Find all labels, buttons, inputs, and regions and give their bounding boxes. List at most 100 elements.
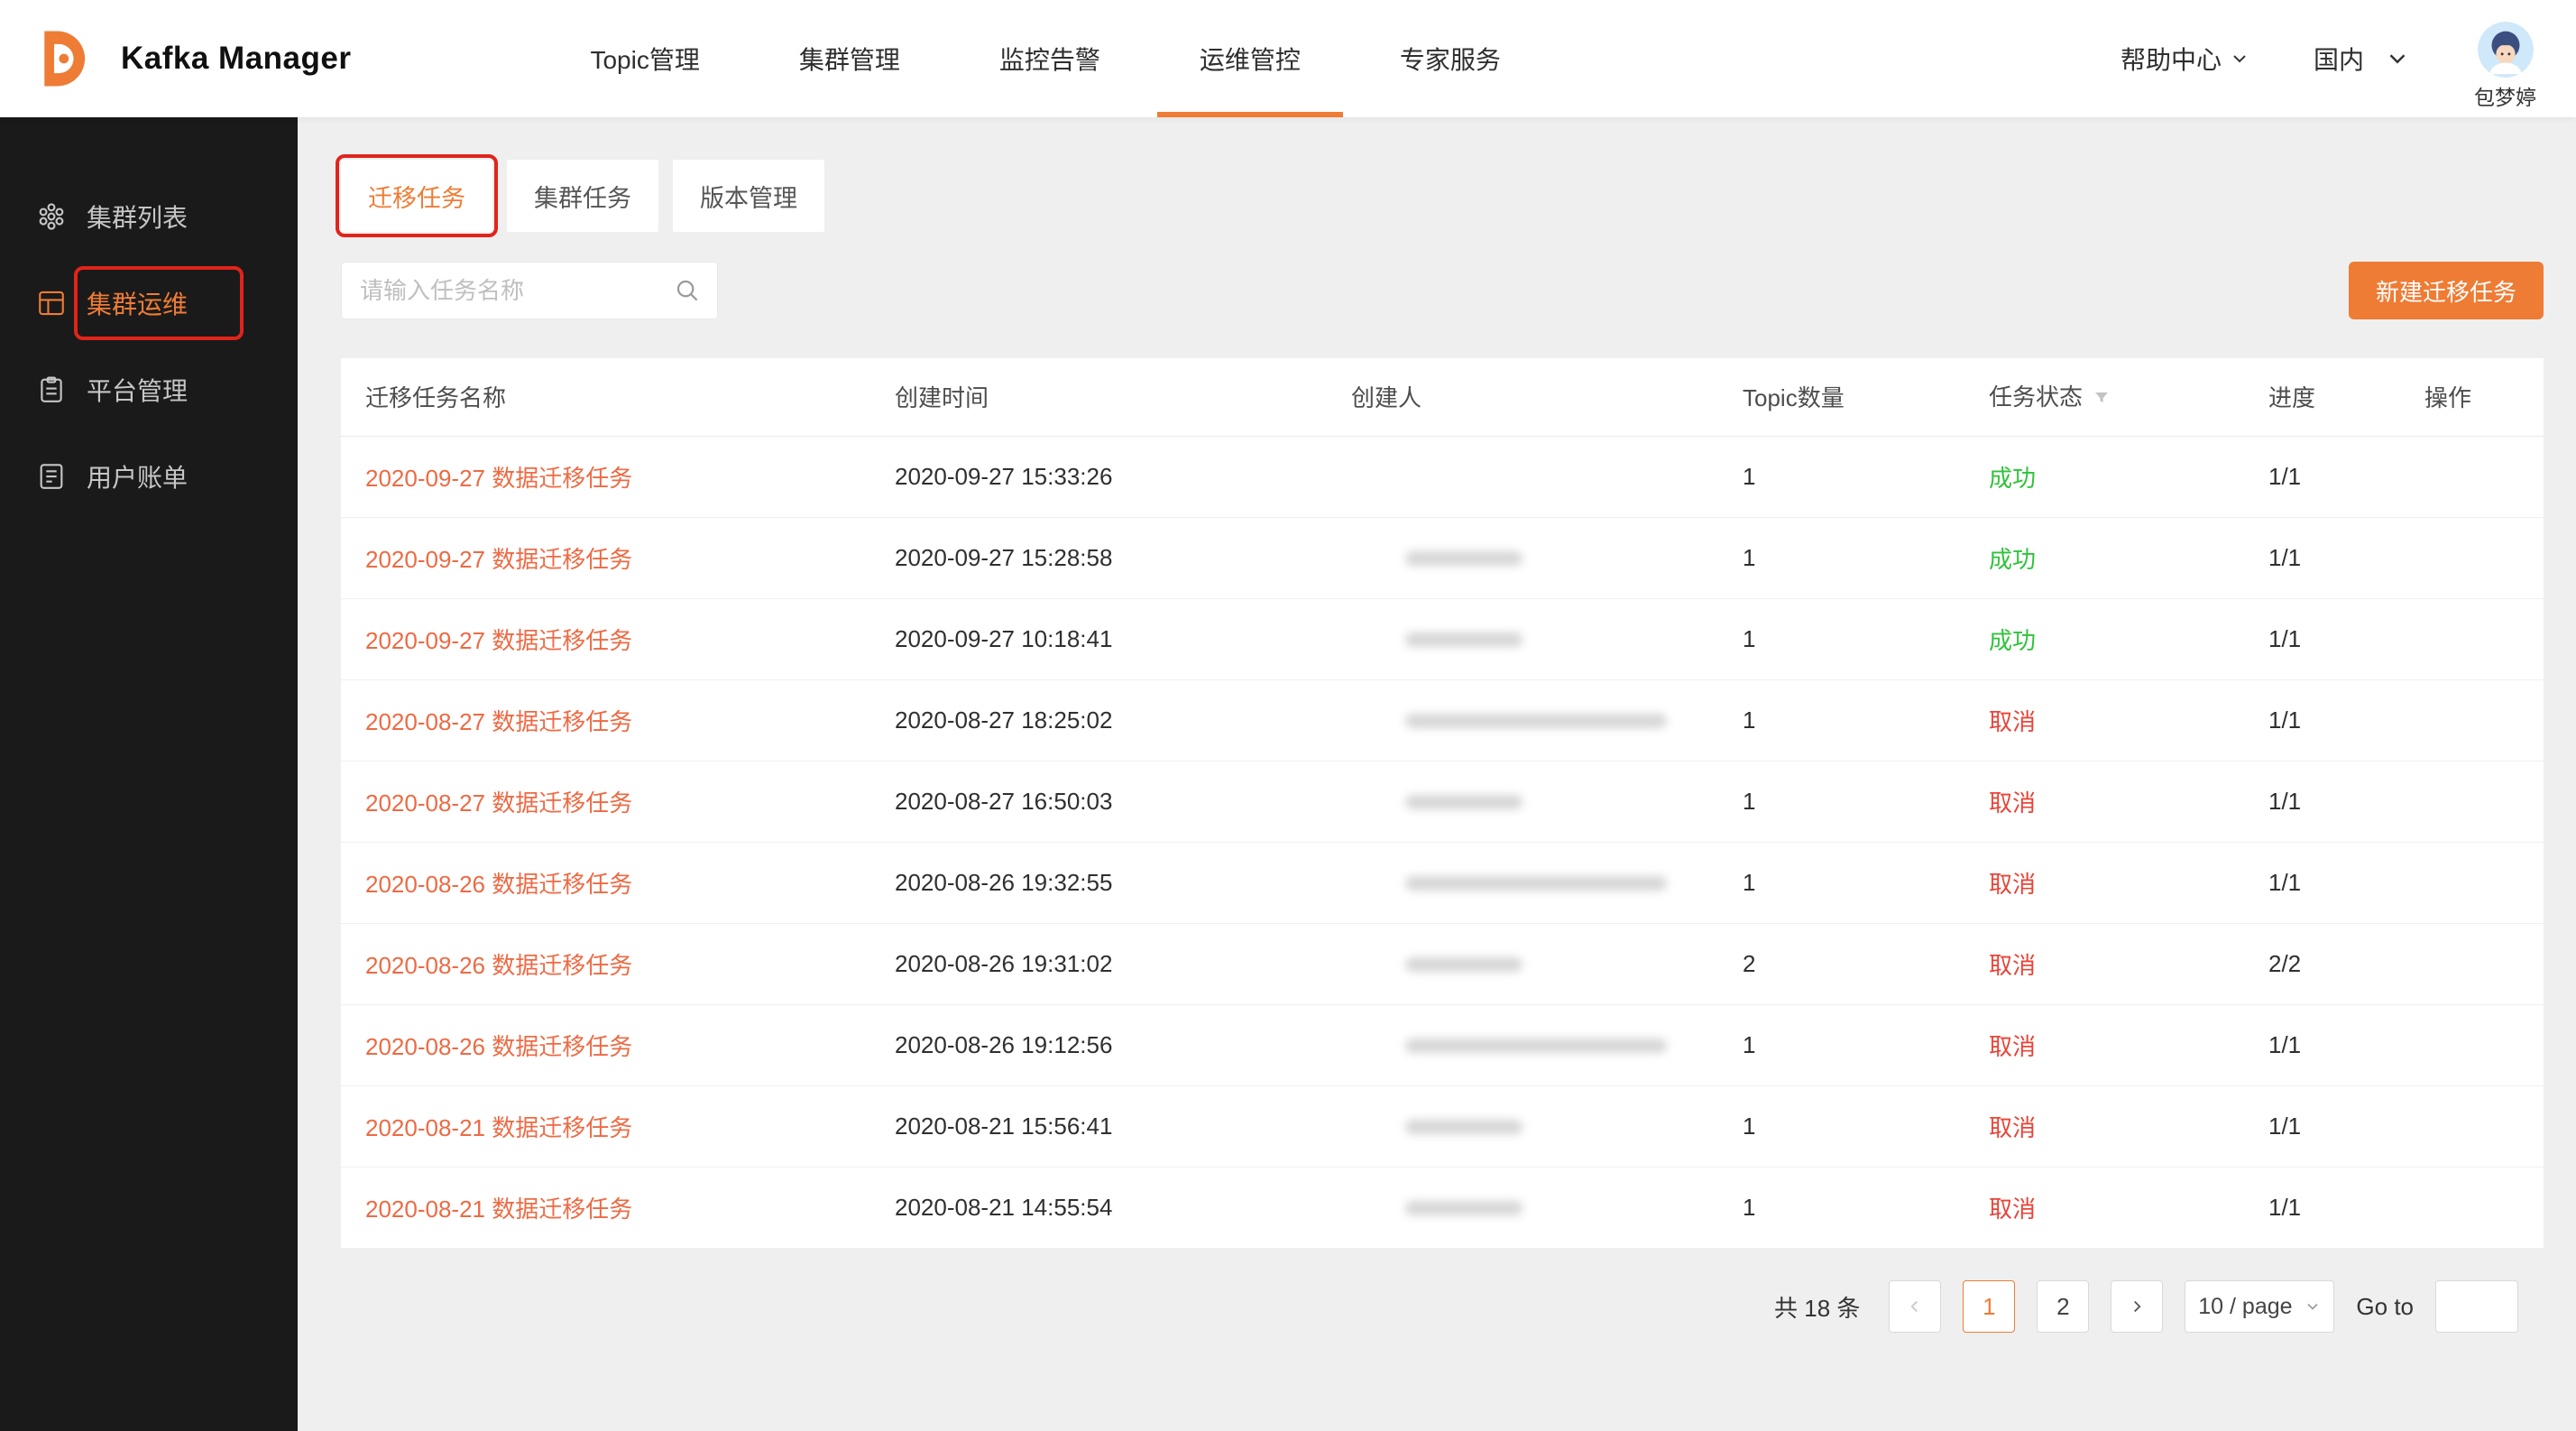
cell-topic-count: 1 <box>1743 761 1989 842</box>
cell-progress: 1/1 <box>2268 1004 2424 1085</box>
task-name-link[interactable]: 2020-08-26 数据迁移任务 <box>365 952 632 979</box>
cell-topic-count: 1 <box>1743 598 1989 679</box>
column-header-creator: 创建人 <box>1351 358 1743 436</box>
task-name-link[interactable]: 2020-08-27 数据迁移任务 <box>365 789 632 817</box>
tab-migration[interactable]: 迁移任务 <box>341 160 492 232</box>
tab-cluster-task[interactable]: 集群任务 <box>507 160 658 232</box>
sidebar-item-cluster-list[interactable]: 集群列表 <box>0 173 298 260</box>
page-button-1[interactable]: 1 <box>1963 1280 2015 1333</box>
search-input[interactable] <box>358 276 674 306</box>
nav-item-topic[interactable]: Topic管理 <box>540 0 749 117</box>
sidebar-item-cluster-ops[interactable]: 集群运维 <box>0 260 298 346</box>
cell-task-status: 成功 <box>1989 598 2268 679</box>
table-row: 2020-08-27 数据迁移任务 2020-08-27 16:50:03 1取消 1… <box>341 761 2544 842</box>
redacted-creator <box>1405 714 1667 728</box>
cell-task-status: 成功 <box>1989 436 2268 517</box>
sidebar-item-platform[interactable]: 平台管理 <box>0 346 298 433</box>
task-name-link[interactable]: 2020-08-27 数据迁移任务 <box>365 708 632 735</box>
brand: Kafka Manager <box>0 20 351 97</box>
prev-page-button[interactable] <box>1889 1280 1941 1333</box>
sidebar-item-billing[interactable]: 用户账单 <box>0 433 298 520</box>
task-name-link[interactable]: 2020-08-21 数据迁移任务 <box>365 1114 632 1141</box>
toolbar: 新建迁移任务 <box>341 262 2544 319</box>
search-icon[interactable] <box>674 277 701 304</box>
table-row: 2020-09-27 数据迁移任务2020-09-27 15:28:581成功1… <box>341 517 2544 598</box>
user-profile[interactable]: 包梦婷 <box>2474 22 2536 111</box>
status-text: 取消 <box>1989 789 2036 817</box>
nav-item-cluster[interactable]: 集群管理 <box>750 0 950 117</box>
task-name-link[interactable]: 2020-09-27 数据迁移任务 <box>365 465 632 492</box>
cell-creator <box>1351 923 1743 1004</box>
task-name-link[interactable]: 2020-08-21 数据迁移任务 <box>365 1196 632 1223</box>
table-row: 2020-08-21 数据迁移任务2020-08-21 15:56:411取消1… <box>341 1085 2544 1167</box>
cell-actions <box>2424 923 2544 1004</box>
task-table-card: 迁移任务名称创建时间创建人Topic数量任务状态进度操作 2020-09-27 … <box>341 358 2544 1248</box>
page-layout: 集群列表集群运维平台管理用户账单 迁移任务集群任务版本管理 新建迁移任务 迁 <box>0 117 2576 1431</box>
cell-topic-count: 1 <box>1743 1085 1989 1167</box>
cell-task-name: 2020-09-27 数据迁移任务 <box>341 517 895 598</box>
status-text: 取消 <box>1989 1114 2036 1141</box>
cell-create-time: 2020-08-26 19:32:55 <box>895 842 1351 923</box>
goto-page-input[interactable] <box>2435 1280 2518 1333</box>
table-row: 2020-09-27 数据迁移任务2020-09-27 15:33:261成功1… <box>341 436 2544 517</box>
task-name-link[interactable]: 2020-09-27 数据迁移任务 <box>365 627 632 654</box>
column-label: 进度 <box>2268 384 2315 411</box>
cell-create-time: 2020-09-27 15:28:58 <box>895 517 1351 598</box>
cell-actions <box>2424 436 2544 517</box>
task-name-link[interactable]: 2020-08-26 数据迁移任务 <box>365 1033 632 1060</box>
cell-actions <box>2424 598 2544 679</box>
page-size-select[interactable]: 10 / page <box>2185 1280 2334 1333</box>
cell-topic-count: 1 <box>1743 842 1989 923</box>
tab-version[interactable]: 版本管理 <box>673 160 824 232</box>
cell-actions <box>2424 761 2544 842</box>
table-row: 2020-08-27 数据迁移任务2020-08-27 18:25:021取消1… <box>341 679 2544 761</box>
next-page-button[interactable] <box>2111 1280 2163 1333</box>
cell-progress: 1/1 <box>2268 598 2424 679</box>
cell-creator <box>1351 1167 1743 1248</box>
help-center-menu[interactable]: 帮助中心 <box>2121 41 2250 77</box>
cell-create-time: 2020-08-27 18:25:02 <box>895 679 1351 761</box>
sidebar-item-label: 用户账单 <box>87 458 188 494</box>
create-migration-task-button[interactable]: 新建迁移任务 <box>2349 262 2544 319</box>
task-name-link[interactable]: 2020-08-26 数据迁移任务 <box>365 871 632 898</box>
tab-label: 迁移任务 <box>368 179 465 214</box>
table-row: 2020-08-26 数据迁移任务2020-08-26 19:32:551取消1… <box>341 842 2544 923</box>
cell-task-status: 取消 <box>1989 1085 2268 1167</box>
help-center-label: 帮助中心 <box>2121 41 2222 77</box>
cell-task-name: 2020-08-26 数据迁移任务 <box>341 923 895 1004</box>
column-label: Topic数量 <box>1743 384 1845 411</box>
cell-creator <box>1351 517 1743 598</box>
cell-creator <box>1351 1004 1743 1085</box>
page-button-2[interactable]: 2 <box>2037 1280 2089 1333</box>
nav-item-expert[interactable]: 专家服务 <box>1350 0 1550 117</box>
chevron-down-icon <box>2304 1297 2322 1316</box>
status-text: 取消 <box>1989 1033 2036 1060</box>
cell-task-name: 2020-08-21 数据迁移任务 <box>341 1085 895 1167</box>
cell-create-time: 2020-08-27 16:50:03 <box>895 761 1351 842</box>
cell-actions <box>2424 1085 2544 1167</box>
cell-progress: 1/1 <box>2268 761 2424 842</box>
column-label: 迁移任务名称 <box>365 384 506 411</box>
table-row: 2020-08-26 数据迁移任务2020-08-26 19:31:022取消2… <box>341 923 2544 1004</box>
cell-task-status: 取消 <box>1989 679 2268 761</box>
cell-actions <box>2424 1004 2544 1085</box>
filter-icon[interactable] <box>2092 386 2111 414</box>
tab-bar: 迁移任务 集群任务版本管理 <box>341 160 2544 232</box>
nav-item-ops[interactable]: 运维管控 <box>1150 0 1350 117</box>
redacted-creator <box>1405 795 1523 809</box>
cell-create-time: 2020-08-26 19:12:56 <box>895 1004 1351 1085</box>
region-menu[interactable]: 国内 <box>2314 41 2411 77</box>
cluster-list-icon <box>36 201 67 232</box>
app-title: Kafka Manager <box>121 41 351 77</box>
user-name: 包梦婷 <box>2474 80 2536 111</box>
task-name-link[interactable]: 2020-09-27 数据迁移任务 <box>365 546 632 573</box>
cell-creator <box>1351 761 1743 842</box>
main-content: 迁移任务 集群任务版本管理 新建迁移任务 迁移任务名称创建时间创建人Topic数量… <box>298 117 2576 1431</box>
cell-task-name: 2020-08-27 数据迁移任务 <box>341 679 895 761</box>
column-header-topic-count: Topic数量 <box>1743 358 1989 436</box>
cell-task-name: 2020-08-21 数据迁移任务 <box>341 1167 895 1248</box>
status-text: 取消 <box>1989 1196 2036 1223</box>
platform-icon <box>36 374 67 405</box>
nav-item-monitor[interactable]: 监控告警 <box>950 0 1150 117</box>
status-text: 取消 <box>1989 708 2036 735</box>
